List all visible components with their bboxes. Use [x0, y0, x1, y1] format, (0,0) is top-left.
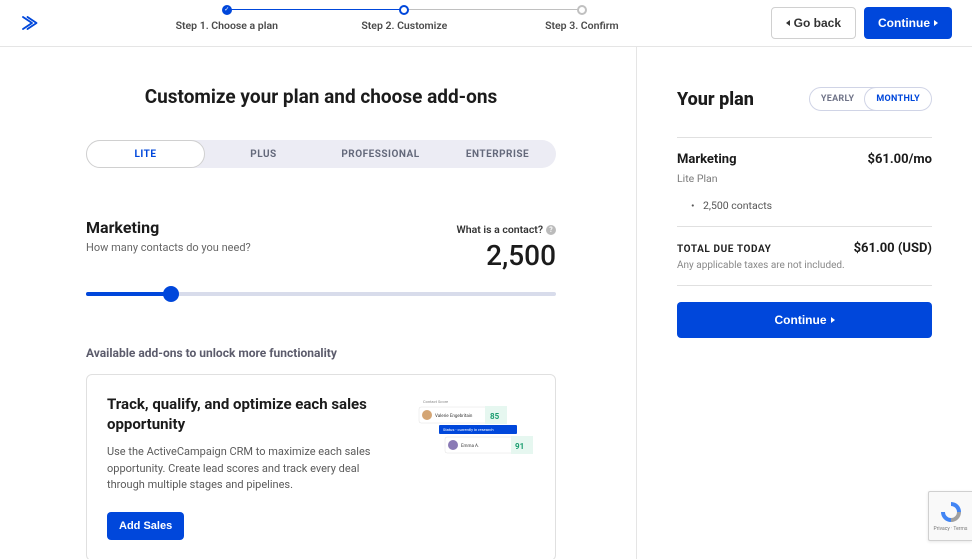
continue-label: Continue — [878, 16, 930, 30]
summary-contacts: 2,500 contacts — [677, 199, 932, 212]
contacts-slider[interactable] — [86, 292, 556, 296]
svg-text:91: 91 — [515, 442, 524, 451]
addon-title: Track, qualify, and optimize each sales … — [107, 395, 395, 434]
marketing-title: Marketing — [86, 218, 251, 237]
caret-right-icon — [934, 20, 938, 26]
marketing-subtitle: How many contacts do you need? — [86, 241, 251, 254]
summary-plan-name: Lite Plan — [677, 172, 932, 185]
slider-thumb[interactable] — [163, 286, 179, 302]
recaptcha-badge: Privacy · Terms — [928, 491, 972, 541]
toggle-yearly[interactable]: YEARLY — [810, 88, 866, 110]
go-back-label: Go back — [794, 16, 841, 30]
help-icon: ? — [546, 225, 556, 235]
step-2-label: Step 2. Customize — [316, 19, 494, 32]
addon-illustration: Contact Score Valerie Engebritain 85 Sta… — [415, 395, 535, 465]
tab-plus[interactable]: PLUS — [205, 140, 322, 168]
billing-toggle: YEARLY MONTHLY — [809, 87, 932, 111]
addons-heading: Available add-ons to unlock more functio… — [86, 346, 556, 360]
caret-left-icon — [786, 20, 790, 26]
tab-enterprise[interactable]: ENTERPRISE — [439, 140, 556, 168]
due-price: $61.00 (USD) — [854, 241, 932, 256]
plan-tier-tabs: LITE PLUS PROFESSIONAL ENTERPRISE — [86, 140, 556, 168]
caret-right-icon — [831, 317, 835, 323]
sidebar-continue-label: Continue — [775, 313, 827, 327]
sidebar-continue-button[interactable]: Continue — [677, 302, 932, 338]
due-note: Any applicable taxes are not included. — [677, 260, 845, 271]
go-back-button[interactable]: Go back — [771, 7, 856, 39]
illus-label: Contact Score — [423, 399, 448, 404]
progress-stepper: ✓ Step 1. Choose a plan Step 2. Customiz… — [138, 15, 671, 32]
order-summary-sidebar: Your plan YEARLY MONTHLY Marketing $61.0… — [636, 47, 972, 559]
total-due-section: TOTAL DUE TODAY Any applicable taxes are… — [677, 226, 932, 286]
step-dot-icon — [577, 5, 587, 15]
your-plan-heading: Your plan — [677, 89, 754, 110]
step-dot-active-icon — [399, 5, 409, 15]
main-panel: Customize your plan and choose add-ons L… — [0, 47, 636, 559]
tab-lite[interactable]: LITE — [86, 140, 205, 168]
continue-button[interactable]: Continue — [864, 7, 952, 39]
summary-product: Marketing $61.00/mo Lite Plan 2,500 cont… — [677, 137, 932, 226]
addon-description: Use the ActiveCampaign CRM to maximize e… — [107, 444, 395, 494]
contact-count: 2,500 — [457, 239, 556, 272]
step-dot-done-icon: ✓ — [222, 5, 232, 15]
step-3: Step 3. Confirm — [493, 19, 671, 32]
marketing-section: Marketing How many contacts do you need?… — [86, 218, 556, 272]
tab-professional[interactable]: PROFESSIONAL — [322, 140, 439, 168]
what-is-contact-link[interactable]: What is a contact? ? — [457, 223, 556, 236]
svg-text:Status - currently in research: Status - currently in research — [443, 427, 494, 432]
step-2: Step 2. Customize — [316, 19, 494, 32]
header: ✓ Step 1. Choose a plan Step 2. Customiz… — [0, 0, 972, 47]
step-1-label: Step 1. Choose a plan — [138, 19, 316, 32]
addon-card-sales: Track, qualify, and optimize each sales … — [86, 374, 556, 559]
header-actions: Go back Continue — [771, 7, 952, 39]
svg-text:85: 85 — [490, 412, 500, 421]
toggle-monthly[interactable]: MONTHLY — [864, 87, 932, 111]
step-1: ✓ Step 1. Choose a plan — [138, 19, 316, 32]
summary-product-name: Marketing — [677, 152, 737, 167]
recaptcha-text: Privacy · Terms — [934, 526, 968, 532]
what-is-contact-label: What is a contact? — [457, 223, 543, 236]
recaptcha-icon — [939, 500, 963, 524]
svg-text:Valerie Engebritain: Valerie Engebritain — [435, 413, 473, 419]
step-3-label: Step 3. Confirm — [493, 19, 671, 32]
summary-product-price: $61.00/mo — [868, 152, 933, 167]
due-label: TOTAL DUE TODAY — [677, 244, 845, 255]
svg-text:Emma A.: Emma A. — [461, 443, 479, 449]
page-title: Customize your plan and choose add-ons — [86, 85, 556, 108]
add-sales-button[interactable]: Add Sales — [107, 512, 184, 540]
brand-logo — [20, 14, 38, 32]
